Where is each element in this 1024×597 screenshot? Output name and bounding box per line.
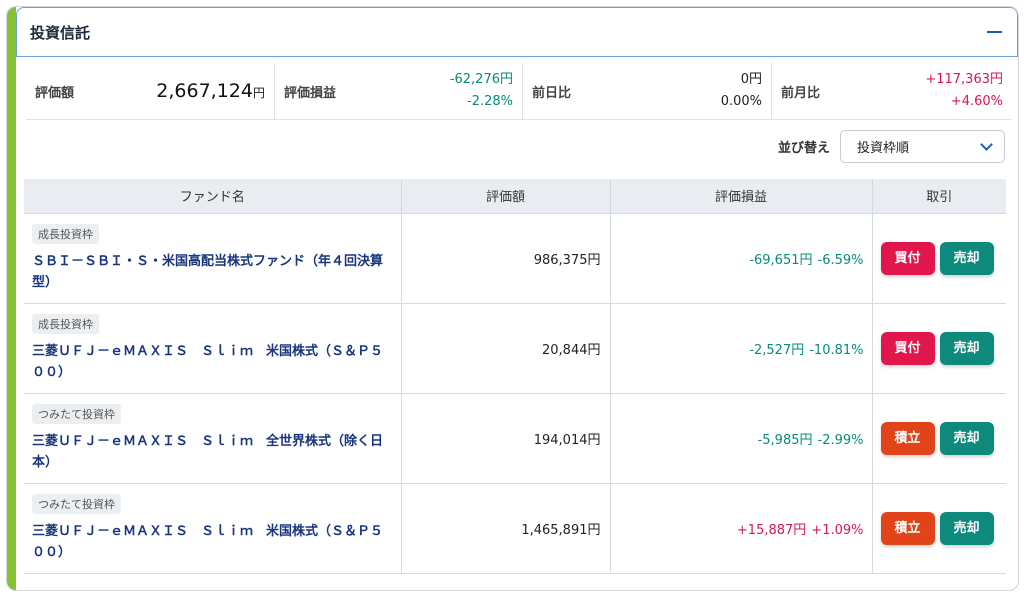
fund-pl: -2,527円 -10.81% xyxy=(610,302,873,393)
fund-name-cell: つみたて投資枠 三菱ＵＦＪ－ｅＭＡＸＩＳ Ｓｌｉｍ 米国株式（Ｓ＆Ｐ５００） xyxy=(24,482,402,574)
minus-icon[interactable] xyxy=(985,23,1003,41)
trade-actions: 買付 売却 xyxy=(872,302,1006,393)
fund-name-link[interactable]: ＳＢＩ－ＳＢＩ・Ｓ・米国高配当株式ファンド（年４回決算型） xyxy=(32,251,389,293)
summary-month-change: 前月比 +117,363円 +4.60% xyxy=(772,63,1012,119)
fund-name-link[interactable]: 三菱ＵＦＪ－ｅＭＡＸＩＳ Ｓｌｉｍ 米国株式（Ｓ＆Ｐ５００） xyxy=(32,521,389,563)
summary-pl: 評価損益 -62,276円 -2.28% xyxy=(275,63,523,119)
funds-table: ファンド名 評価額 評価損益 取引 成長投資枠 ＳＢＩ－ＳＢＩ・Ｓ・米国高配当株… xyxy=(24,179,1006,574)
account-type-badge: 成長投資枠 xyxy=(32,313,99,334)
fund-pl: -69,651円 -6.59% xyxy=(610,212,873,303)
sort-selected-value: 投資枠順 xyxy=(857,141,910,156)
daychange-label: 前日比 xyxy=(532,85,572,101)
sell-button[interactable]: 売却 xyxy=(939,331,994,365)
valuation-value: 2,667,124 xyxy=(156,80,253,102)
valuation-amount: 2,667,124円 xyxy=(156,80,265,102)
fund-pl-amount: -2,527円 xyxy=(749,342,805,358)
fund-pl-percent: +1.09% xyxy=(811,522,864,538)
header-trade: 取引 xyxy=(872,179,1006,213)
card-header[interactable]: 投資信託 xyxy=(16,7,1018,57)
sell-button[interactable]: 売却 xyxy=(939,511,994,545)
table-row: 成長投資枠 ＳＢＩ－ＳＢＩ・Ｓ・米国高配当株式ファンド（年４回決算型） 986,… xyxy=(24,212,1006,303)
fund-value: 986,375円 xyxy=(401,212,611,303)
pl-values: -62,276円 -2.28% xyxy=(450,69,513,113)
fund-pl-percent: -6.59% xyxy=(817,252,864,268)
account-type-badge: つみたて投資枠 xyxy=(32,403,121,424)
buy-button[interactable]: 買付 xyxy=(880,241,935,275)
valuation-unit: 円 xyxy=(252,86,265,100)
summary-day-change: 前日比 0円 0.00% xyxy=(523,63,772,119)
daychange-values: 0円 0.00% xyxy=(721,69,762,113)
sort-control: 並び替え 投資枠順 xyxy=(778,130,1005,163)
monthchange-label: 前月比 xyxy=(781,85,821,101)
pl-percent: -2.28% xyxy=(467,94,513,109)
table-row: つみたて投資枠 三菱ＵＦＪ－ｅＭＡＸＩＳ Ｓｌｉｍ 米国株式（Ｓ＆Ｐ５００） 1… xyxy=(24,482,1006,574)
fund-pl: -5,985円 -2.99% xyxy=(610,392,873,483)
fund-name-link[interactable]: 三菱ＵＦＪ－ｅＭＡＸＩＳ Ｓｌｉｍ 全世界株式（除く日本） xyxy=(32,431,389,473)
buy-button[interactable]: 買付 xyxy=(880,331,935,365)
pl-label: 評価損益 xyxy=(284,85,337,101)
accent-bar xyxy=(7,7,16,590)
fund-name-cell: 成長投資枠 三菱ＵＦＪ－ｅＭＡＸＩＳ Ｓｌｉｍ 米国株式（Ｓ＆Ｐ５００） xyxy=(24,302,402,393)
trade-actions: 積立 売却 xyxy=(872,482,1006,574)
pl-amount: -62,276円 xyxy=(449,72,513,87)
summary-bar: 評価額 2,667,124円 評価損益 -62,276円 -2.28% 前日比 … xyxy=(26,63,1012,120)
summary-valuation: 評価額 2,667,124円 xyxy=(26,63,275,119)
sort-label: 並び替え xyxy=(777,141,830,156)
card-title: 投資信託 xyxy=(30,23,91,42)
fund-pl-amount: -5,985円 xyxy=(757,432,813,448)
header-pl: 評価損益 xyxy=(610,179,873,213)
monthchange-percent: +4.60% xyxy=(950,94,1003,109)
header-fund-name: ファンド名 xyxy=(24,179,402,213)
account-type-badge: つみたて投資枠 xyxy=(32,493,121,514)
table-row: 成長投資枠 三菱ＵＦＪ－ｅＭＡＸＩＳ Ｓｌｉｍ 米国株式（Ｓ＆Ｐ５００） 20,… xyxy=(24,302,1006,393)
fund-name-cell: つみたて投資枠 三菱ＵＦＪ－ｅＭＡＸＩＳ Ｓｌｉｍ 全世界株式（除く日本） xyxy=(24,392,402,483)
fund-value: 194,014円 xyxy=(401,392,611,483)
monthchange-values: +117,363円 +4.60% xyxy=(925,69,1003,113)
fund-value: 1,465,891円 xyxy=(401,482,611,574)
header-valuation: 評価額 xyxy=(401,179,611,213)
sort-select[interactable]: 投資枠順 xyxy=(840,130,1005,163)
fund-value: 20,844円 xyxy=(401,302,611,393)
sell-button[interactable]: 売却 xyxy=(939,241,994,275)
sell-button[interactable]: 売却 xyxy=(939,421,994,455)
daychange-percent: 0.00% xyxy=(720,94,762,109)
valuation-label: 評価額 xyxy=(35,85,75,101)
fund-name-link[interactable]: 三菱ＵＦＪ－ｅＭＡＸＩＳ Ｓｌｉｍ 米国株式（Ｓ＆Ｐ５００） xyxy=(32,341,389,383)
accumulate-button[interactable]: 積立 xyxy=(880,421,935,455)
fund-pl: +15,887円 +1.09% xyxy=(610,482,873,574)
accumulate-button[interactable]: 積立 xyxy=(880,511,935,545)
fund-pl-amount: -69,651円 xyxy=(749,252,813,268)
trade-actions: 積立 売却 xyxy=(872,392,1006,483)
fund-pl-percent: -10.81% xyxy=(809,342,864,358)
fund-pl-amount: +15,887円 xyxy=(736,522,807,538)
table-header-row: ファンド名 評価額 評価損益 取引 xyxy=(24,179,1006,213)
chevron-down-icon xyxy=(980,137,993,151)
account-type-badge: 成長投資枠 xyxy=(32,223,99,244)
monthchange-amount: +117,363円 xyxy=(925,72,1003,87)
table-row: つみたて投資枠 三菱ＵＦＪ－ｅＭＡＸＩＳ Ｓｌｉｍ 全世界株式（除く日本） 19… xyxy=(24,392,1006,483)
daychange-amount: 0円 xyxy=(740,72,762,87)
fund-pl-percent: -2.99% xyxy=(817,432,864,448)
fund-name-cell: 成長投資枠 ＳＢＩ－ＳＢＩ・Ｓ・米国高配当株式ファンド（年４回決算型） xyxy=(24,212,402,303)
trade-actions: 買付 売却 xyxy=(872,212,1006,303)
